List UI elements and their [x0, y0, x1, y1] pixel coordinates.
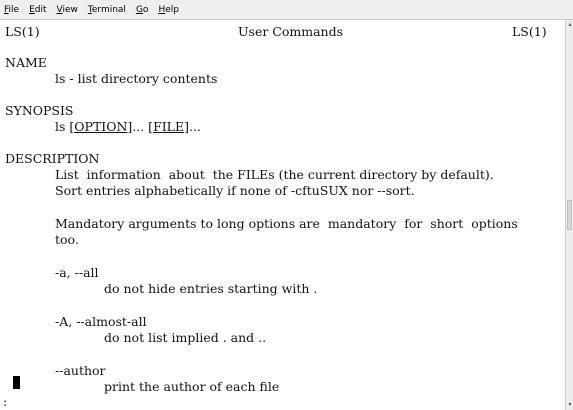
terminal-screen[interactable]: LS(1) User Commands LS(1) NAME ls - list…	[0, 20, 565, 410]
text-cursor	[13, 376, 20, 389]
menu-terminal[interactable]: Terminal	[88, 5, 126, 15]
scroll-up-arrow-icon[interactable]: ▴	[567, 22, 573, 28]
option-description: print the author of each file	[104, 379, 280, 394]
section-heading-synopsis: SYNOPSIS	[5, 103, 74, 118]
option-flag: -A, --almost-all	[55, 314, 147, 329]
description-line: Mandatory arguments to long options are …	[55, 216, 518, 231]
option-description: do not hide entries starting with .	[104, 281, 318, 296]
man-header-left: LS(1)	[5, 24, 40, 39]
synopsis-bracket: ]...	[184, 119, 201, 134]
section-heading-name: NAME	[5, 55, 47, 70]
description-line: too.	[55, 232, 79, 247]
menu-view[interactable]: View	[57, 5, 78, 15]
option-flag: --author	[55, 363, 106, 378]
pager-prompt[interactable]: :	[3, 395, 7, 409]
menu-go-mnemonic: G	[135, 4, 143, 15]
description-line: Sort entries alphabetically if none of -…	[55, 183, 415, 198]
menu-go-label: o	[142, 4, 149, 15]
synopsis-line: ls [OPTION]... [FILE]...	[55, 120, 201, 134]
name-description: ls - list directory contents	[55, 71, 218, 86]
synopsis-file-arg: FILE	[153, 119, 185, 134]
menu-help[interactable]: Help	[158, 5, 179, 15]
menu-terminal-label: erminal	[91, 4, 126, 15]
scroll-down-arrow-icon[interactable]: ▾	[567, 402, 573, 408]
option-flag: -a, --all	[55, 265, 99, 280]
menu-edit[interactable]: Edit	[29, 5, 46, 15]
section-heading-description: DESCRIPTION	[5, 151, 100, 166]
synopsis-option-arg: OPTION	[74, 119, 128, 134]
scrollbar-thumb[interactable]	[567, 200, 572, 230]
man-header-right: LS(1)	[512, 24, 547, 39]
menu-file-label: ile	[8, 4, 20, 15]
vertical-scrollbar[interactable]: ▴ ▾	[565, 20, 573, 410]
menu-edit-label: dit	[34, 4, 47, 15]
menu-view-label: iew	[62, 4, 78, 15]
synopsis-command: ls	[55, 119, 70, 134]
menu-help-label: elp	[165, 4, 179, 15]
menu-file[interactable]: File	[4, 5, 19, 15]
option-description: do not list implied . and ..	[104, 330, 267, 345]
menu-go[interactable]: Go	[136, 5, 149, 15]
description-line: List information about the FILEs (the cu…	[55, 167, 494, 182]
menu-bar: File Edit View Terminal Go Help	[0, 0, 573, 20]
synopsis-bracket: ]... [	[127, 119, 154, 134]
man-header-center: User Commands	[238, 24, 344, 39]
